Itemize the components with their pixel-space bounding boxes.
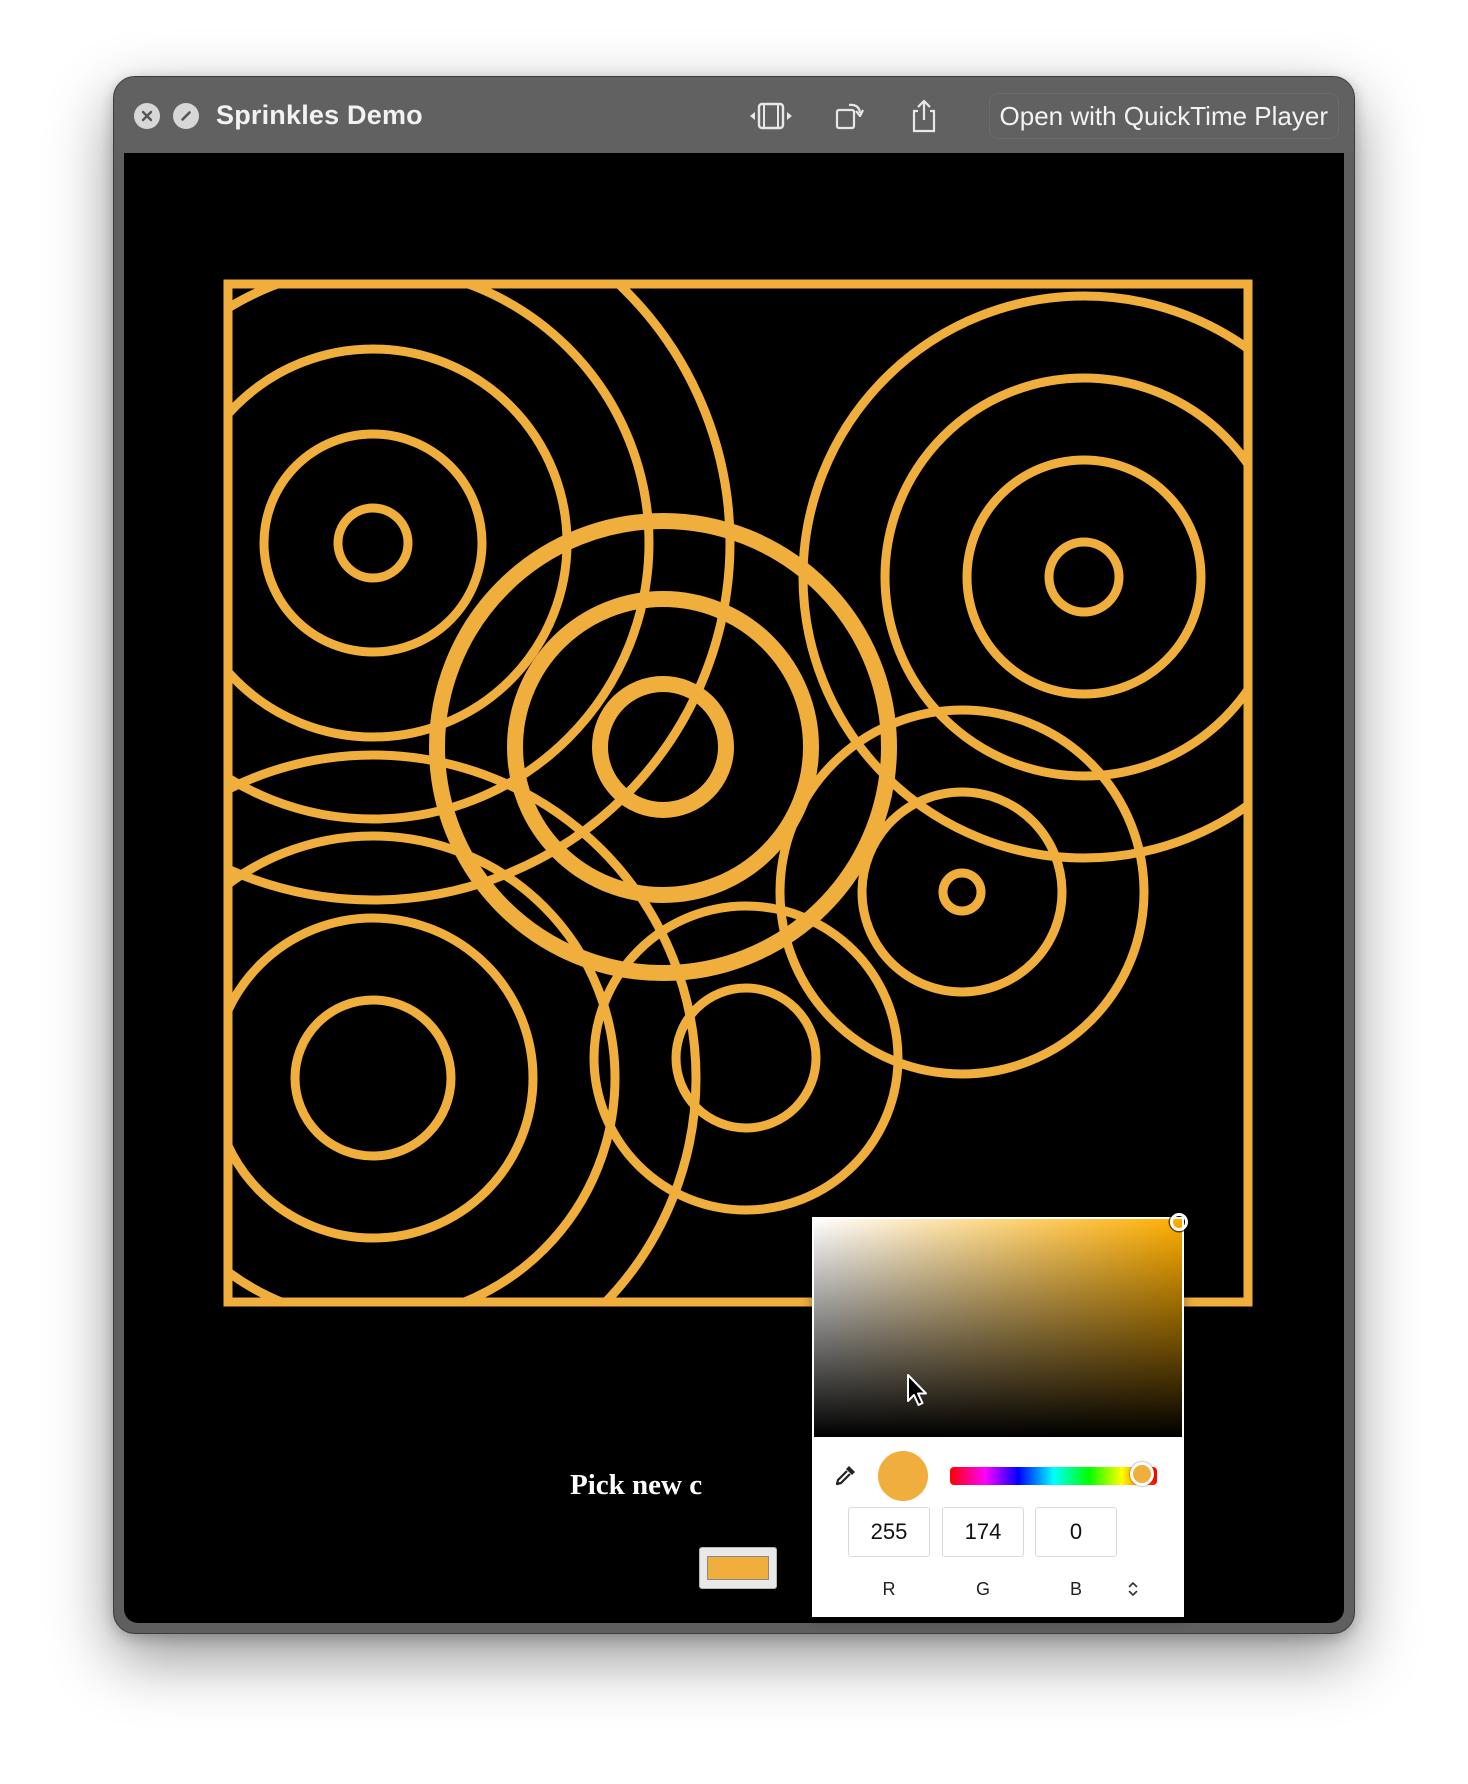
trim-button[interactable]	[749, 94, 793, 138]
red-label: R	[882, 1579, 896, 1599]
ring-tr-2	[962, 455, 1206, 699]
ring-tr-1	[1044, 537, 1124, 617]
close-icon	[141, 110, 153, 122]
quicklook-window: Sprinkles Demo Open with QuickTime Playe…	[113, 76, 1355, 1634]
ring-bl-1	[290, 995, 456, 1161]
ring-rm-1	[938, 868, 986, 916]
ring-tl-5	[228, 284, 735, 905]
rotate-button[interactable]	[827, 94, 871, 138]
eyedropper-button[interactable]	[830, 1459, 862, 1491]
green-label: G	[975, 1579, 990, 1599]
mouse-cursor-icon	[907, 1374, 927, 1406]
ring-rm-2	[857, 787, 1067, 997]
eyedropper-icon	[835, 1466, 855, 1486]
rotate-icon	[835, 103, 864, 130]
color-picker-popup: 255 174 0 R G B	[812, 1213, 1188, 1617]
ring-tl-3	[228, 344, 572, 742]
ring-tr-3	[880, 373, 1248, 781]
stop-button[interactable]	[173, 103, 199, 129]
trim-icon	[750, 102, 792, 130]
window-title: Sprinkles Demo	[216, 100, 423, 130]
swatch-color	[707, 1556, 769, 1580]
close-button[interactable]	[134, 103, 160, 129]
color-preview	[878, 1451, 928, 1501]
ring-bl-3	[228, 831, 620, 1302]
blue-input[interactable]: 0	[1035, 1507, 1117, 1557]
hue-slider[interactable]	[950, 1462, 1157, 1486]
saturation-handle[interactable]	[1170, 1213, 1188, 1231]
share-icon	[912, 99, 936, 133]
ring-tl-2	[259, 429, 487, 657]
ring-tl-1	[333, 503, 413, 583]
color-mode-toggle[interactable]	[1124, 1577, 1142, 1601]
blue-label: B	[1069, 1579, 1082, 1599]
open-with-quicktime-button[interactable]: Open with QuickTime Player	[988, 93, 1339, 139]
pick-color-label: Pick new c	[570, 1469, 703, 1501]
green-input[interactable]: 174	[942, 1507, 1024, 1557]
stop-icon	[181, 111, 191, 121]
red-input[interactable]: 255	[848, 1507, 930, 1557]
chevron-up-down-icon	[1128, 1582, 1138, 1596]
title-bar: Sprinkles Demo Open with QuickTime Playe…	[114, 77, 1354, 153]
share-button[interactable]	[902, 94, 946, 138]
hue-slider-thumb[interactable]	[1130, 1462, 1154, 1486]
ring-bl-2	[228, 913, 538, 1243]
saturation-value-area[interactable]	[814, 1213, 1188, 1437]
color-input-swatch[interactable]	[699, 1547, 777, 1589]
